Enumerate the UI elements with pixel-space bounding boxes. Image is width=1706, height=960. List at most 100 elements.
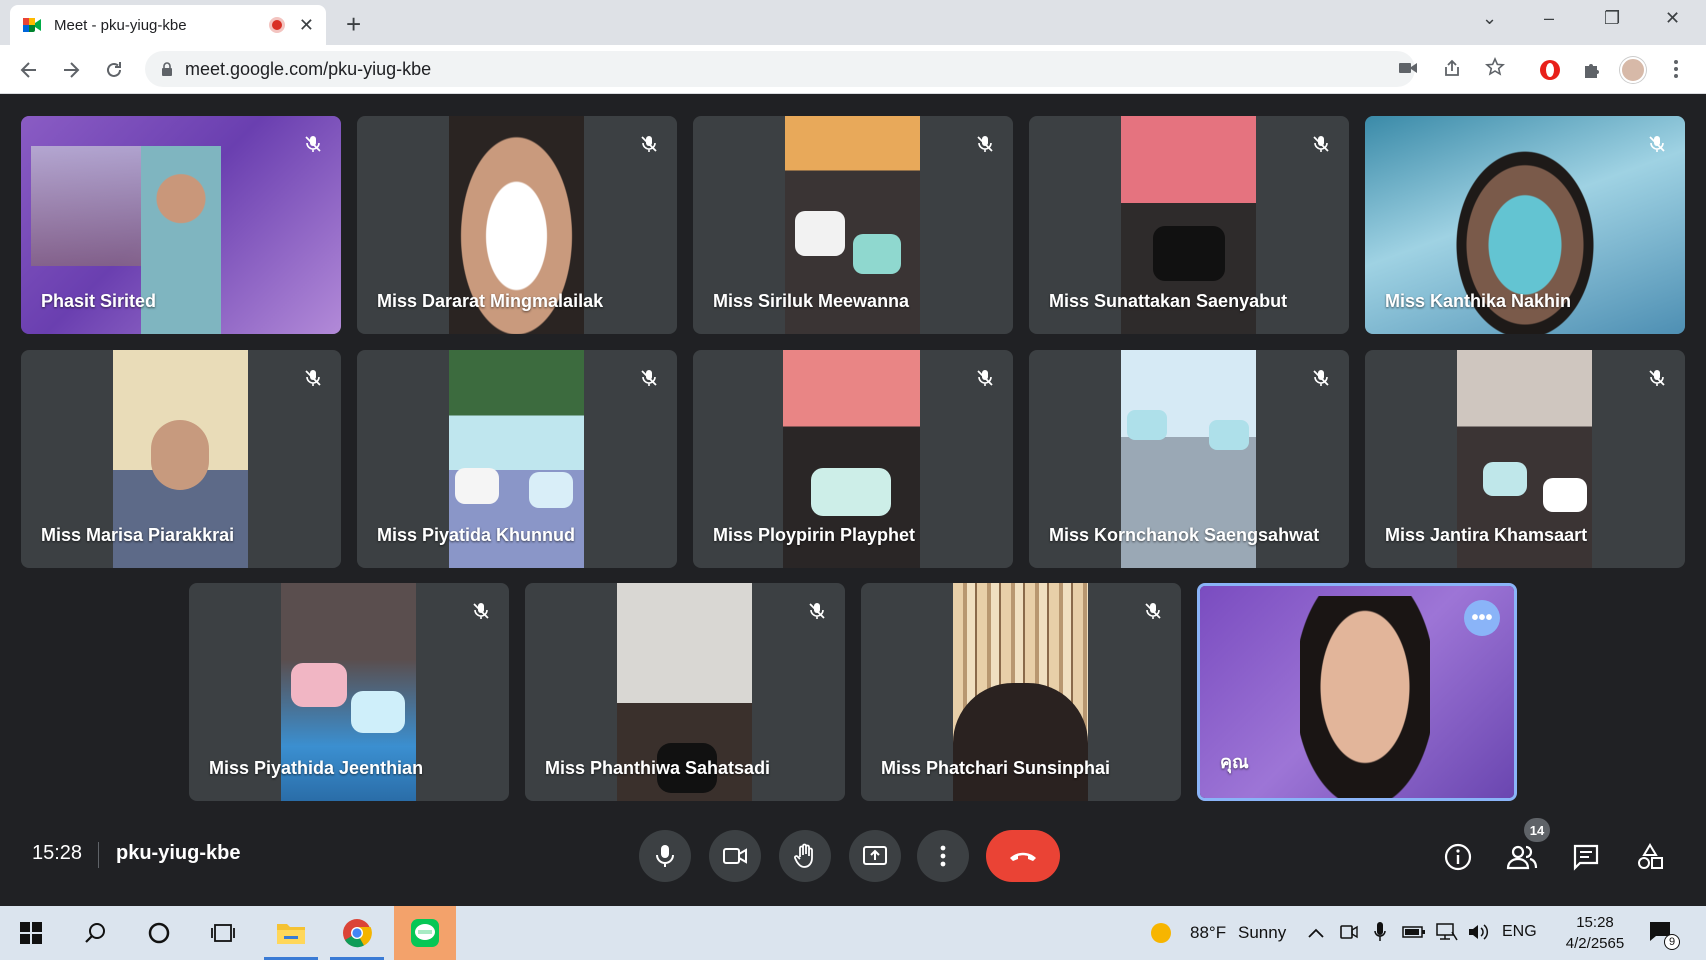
- participant-tile[interactable]: Miss Jantira Khamsaart: [1365, 350, 1685, 568]
- microphone-button[interactable]: [639, 830, 691, 882]
- more-options-button[interactable]: •••: [1464, 600, 1500, 636]
- mic-off-icon: [803, 597, 831, 625]
- mic-off-icon: [1307, 130, 1335, 158]
- participant-name: Miss Sunattakan Saenyabut: [1049, 291, 1288, 311]
- windows-taskbar: 88°F Sunny ENG 15:28 4/2/2565 9: [0, 906, 1706, 960]
- restore-button[interactable]: ❐: [1604, 8, 1620, 29]
- battery-icon[interactable]: [1402, 925, 1426, 939]
- participant-name: Miss Phanthiwa Sahatsadi: [545, 758, 771, 778]
- minimize-button[interactable]: –: [1544, 8, 1554, 29]
- divider: [98, 842, 99, 868]
- participant-tile[interactable]: Miss Ploypirin Playphet: [693, 350, 1013, 568]
- participant-tile[interactable]: Phasit Sirited: [21, 116, 341, 334]
- participant-tile[interactable]: Miss Marisa Piarakkrai: [21, 350, 341, 568]
- line-app-taskbar-button[interactable]: [394, 906, 456, 960]
- mic-off-icon: [299, 130, 327, 158]
- mic-off-icon: [635, 364, 663, 392]
- mic-off-icon: [635, 130, 663, 158]
- self-view-tile[interactable]: ••• คุณ: [1197, 583, 1517, 801]
- recording-indicator-icon: [268, 17, 285, 33]
- bookmark-star-icon[interactable]: [1485, 57, 1505, 77]
- participant-name: Miss Kanthika Nakhin: [1385, 291, 1572, 311]
- mic-off-icon: [1643, 364, 1671, 392]
- system-time: 15:28: [1576, 914, 1614, 931]
- lock-icon: [162, 62, 172, 76]
- camera-button[interactable]: [709, 830, 761, 882]
- more-vert-icon: [940, 845, 946, 867]
- reload-icon[interactable]: [103, 59, 125, 81]
- weather-temperature[interactable]: 88°F: [1190, 923, 1226, 943]
- url-text: meet.google.com/pku-yiug-kbe: [185, 58, 432, 79]
- show-hidden-icons-chevron-icon[interactable]: [1308, 928, 1324, 938]
- profile-avatar[interactable]: [1620, 57, 1646, 83]
- line-app-icon: [411, 919, 439, 947]
- browser-menu-icon[interactable]: [1672, 58, 1680, 80]
- participant-tile[interactable]: Miss Kanthika Nakhin: [1365, 116, 1685, 334]
- share-icon[interactable]: [1442, 58, 1462, 78]
- camera-in-use-icon[interactable]: [1398, 60, 1418, 76]
- participant-tile[interactable]: Miss Piyathida Jeenthian: [189, 583, 509, 801]
- chrome-taskbar-button[interactable]: [326, 906, 388, 960]
- close-window-button[interactable]: ✕: [1665, 8, 1680, 29]
- volume-icon[interactable]: [1467, 923, 1489, 941]
- tab-search-button[interactable]: ⌄: [1482, 8, 1497, 29]
- file-explorer-taskbar-button[interactable]: [260, 906, 322, 960]
- mic-off-icon: [971, 130, 999, 158]
- people-button[interactable]: [1502, 837, 1542, 877]
- meeting-details-button[interactable]: [1438, 837, 1478, 877]
- meeting-code: pku-yiug-kbe: [116, 842, 241, 864]
- meet-now-icon[interactable]: [1340, 923, 1358, 943]
- participant-name: Miss Ploypirin Playphet: [713, 525, 916, 545]
- leave-call-button[interactable]: [986, 830, 1060, 882]
- participant-name: Miss Phatchari Sunsinphai: [881, 758, 1111, 778]
- forward-icon[interactable]: [60, 59, 82, 81]
- browser-tab-meet[interactable]: Meet - pku-yiug-kbe ✕: [10, 5, 326, 45]
- participant-name: Miss Marisa Piarakkrai: [41, 525, 235, 545]
- start-button[interactable]: [0, 906, 62, 960]
- chat-button[interactable]: [1566, 837, 1606, 877]
- chrome-icon: [343, 919, 372, 948]
- participant-tile[interactable]: Miss Phanthiwa Sahatsadi: [525, 583, 845, 801]
- system-clock[interactable]: 15:28 4/2/2565: [1560, 912, 1630, 954]
- extensions-puzzle-icon[interactable]: [1581, 58, 1603, 80]
- tab-close-button[interactable]: ✕: [299, 15, 314, 36]
- folder-icon: [277, 924, 305, 944]
- participant-name: Miss Jantira Khamsaart: [1385, 525, 1588, 545]
- participant-tile[interactable]: Miss Siriluk Meewanna: [693, 116, 1013, 334]
- google-meet-icon: [23, 18, 41, 32]
- hang-up-icon: [1010, 852, 1036, 861]
- new-tab-button[interactable]: +: [346, 9, 361, 40]
- people-count-badge: 14: [1524, 818, 1550, 842]
- meeting-clock: 15:28: [32, 842, 83, 864]
- participant-name: คุณ: [1220, 752, 1249, 772]
- opera-extension-icon[interactable]: [1538, 58, 1562, 82]
- address-bar[interactable]: meet.google.com/pku-yiug-kbe: [145, 51, 1415, 87]
- search-icon: [85, 923, 105, 943]
- participant-tile[interactable]: Miss Kornchanok Saengsahwat: [1029, 350, 1349, 568]
- tab-title: Meet - pku-yiug-kbe: [54, 16, 187, 34]
- participant-tile[interactable]: Miss Sunattakan Saenyabut: [1029, 116, 1349, 334]
- participant-tile[interactable]: Miss Dararat Mingmalailak: [357, 116, 677, 334]
- cortana-button[interactable]: [128, 906, 190, 960]
- weather-condition[interactable]: Sunny: [1238, 923, 1286, 943]
- network-icon[interactable]: [1436, 922, 1458, 942]
- participant-tile[interactable]: Miss Phatchari Sunsinphai: [861, 583, 1181, 801]
- action-center-button[interactable]: 9: [1648, 920, 1680, 950]
- back-icon[interactable]: [18, 59, 40, 81]
- input-language[interactable]: ENG: [1502, 923, 1537, 941]
- present-screen-button[interactable]: [849, 830, 901, 882]
- raise-hand-button[interactable]: [779, 830, 831, 882]
- task-view-button[interactable]: [192, 906, 254, 960]
- system-date: 4/2/2565: [1565, 935, 1625, 952]
- participant-name: Miss Piyatida Khunnud: [377, 525, 576, 545]
- more-options-menu-button[interactable]: [917, 830, 969, 882]
- activities-button[interactable]: [1630, 837, 1670, 877]
- mic-off-icon: [1139, 597, 1167, 625]
- participant-tile[interactable]: Miss Piyatida Khunnud: [357, 350, 677, 568]
- mic-off-icon: [1307, 364, 1335, 392]
- video-camera-icon: [723, 848, 747, 864]
- participant-name: Miss Kornchanok Saengsahwat: [1049, 525, 1320, 545]
- people-icon: [1506, 845, 1538, 870]
- microphone-tray-icon[interactable]: [1374, 921, 1386, 943]
- search-taskbar-button[interactable]: [64, 906, 126, 960]
